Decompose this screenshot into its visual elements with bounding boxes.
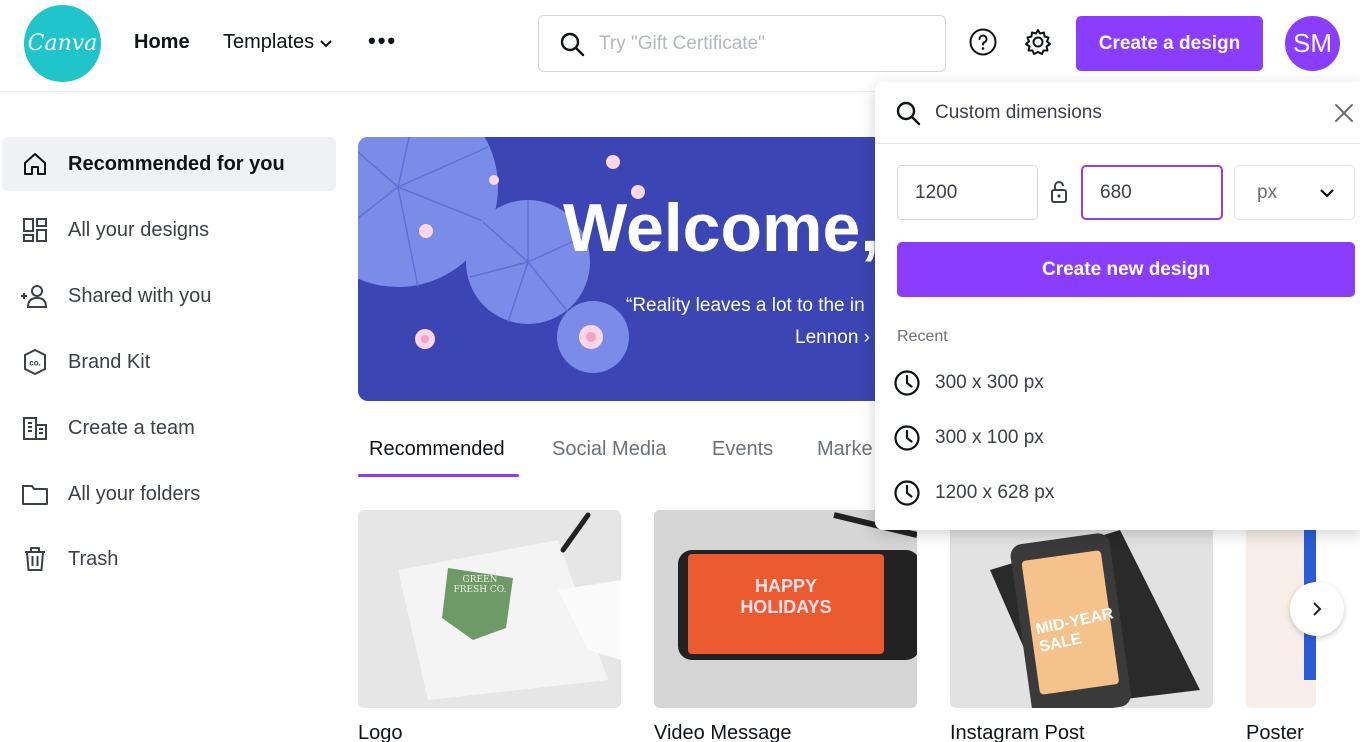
svg-text:co.: co. bbox=[29, 359, 41, 368]
search-icon bbox=[560, 32, 585, 56]
template-card-logo[interactable]: GREEN FRESH CO. bbox=[358, 510, 621, 708]
carousel-next-button[interactable] bbox=[1290, 582, 1344, 636]
tab-marketing[interactable]: Marke bbox=[817, 438, 873, 461]
nav-templates[interactable]: Templates bbox=[223, 31, 334, 54]
sidebar-item-brand-kit[interactable]: co. Brand Kit bbox=[2, 335, 336, 389]
gear-icon bbox=[1025, 29, 1051, 55]
recent-item[interactable]: 300 x 300 px bbox=[893, 363, 1044, 403]
sidebar-item-label: All your designs bbox=[68, 218, 210, 241]
welcome-banner: Welcome, “Reality leaves a lot to the in… bbox=[358, 137, 958, 401]
tab-recommended[interactable]: Recommended bbox=[369, 438, 505, 461]
avatar[interactable]: SM bbox=[1285, 16, 1340, 71]
chevron-right-icon bbox=[1313, 602, 1322, 616]
active-tab-underline bbox=[358, 474, 519, 477]
sidebar-item-all-designs[interactable]: All your designs bbox=[2, 203, 336, 257]
recent-item[interactable]: 300 x 100 px bbox=[893, 418, 1044, 458]
clock-icon bbox=[893, 369, 921, 397]
nav-home[interactable]: Home bbox=[134, 31, 190, 54]
lily-pad-illustration bbox=[358, 137, 645, 373]
search-icon bbox=[896, 101, 921, 125]
banner-title: Welcome, bbox=[563, 190, 880, 266]
lock-icon[interactable] bbox=[1049, 180, 1069, 204]
home-icon bbox=[20, 149, 50, 179]
folder-icon bbox=[20, 479, 50, 509]
create-new-design-button[interactable]: Create new design bbox=[897, 242, 1355, 297]
instagram-card-art bbox=[990, 530, 1200, 708]
logo-text: Canva bbox=[27, 31, 98, 56]
card-label-instagram-post[interactable]: Instagram Post bbox=[950, 722, 1085, 742]
sidebar-item-recommended[interactable]: Recommended for you bbox=[2, 137, 336, 191]
sidebar-item-label: Recommended for you bbox=[68, 152, 285, 175]
canva-logo[interactable]: Canva bbox=[24, 5, 101, 82]
width-input[interactable]: 1200 bbox=[897, 165, 1038, 220]
template-card-video-message[interactable]: HAPPY HOLIDAYS bbox=[654, 510, 917, 708]
sidebar-item-create-team[interactable]: Create a team bbox=[2, 401, 336, 455]
nav-templates-label: Templates bbox=[223, 31, 315, 53]
sidebar-item-shared[interactable]: Shared with you bbox=[2, 269, 336, 323]
more-menu-button[interactable]: ••• bbox=[368, 28, 397, 54]
card-label-poster[interactable]: Poster bbox=[1246, 722, 1304, 742]
sidebar-item-trash[interactable]: Trash bbox=[2, 532, 336, 586]
brand-kit-icon: co. bbox=[20, 347, 50, 377]
settings-button[interactable] bbox=[1023, 27, 1053, 57]
sidebar-item-label: Trash bbox=[68, 547, 119, 570]
template-card-instagram-post[interactable]: MID-YEAR SALE bbox=[950, 510, 1213, 708]
video-card-text: HAPPY HOLIDAYS bbox=[740, 576, 832, 617]
recent-item-label: 300 x 300 px bbox=[935, 372, 1044, 393]
logo-card-text: GREEN FRESH CO. bbox=[453, 575, 507, 595]
banner-quote: “Reality leaves a lot to the in bbox=[626, 295, 865, 316]
search-bar[interactable] bbox=[538, 15, 946, 72]
building-icon bbox=[20, 413, 50, 443]
create-design-button[interactable]: Create a design bbox=[1076, 16, 1263, 71]
panel-search-bar[interactable]: Custom dimensions bbox=[875, 82, 1360, 144]
search-input[interactable] bbox=[599, 32, 919, 55]
card-label-video-message[interactable]: Video Message bbox=[654, 722, 792, 742]
recent-item-label: 300 x 100 px bbox=[935, 427, 1044, 448]
unit-select-value: px bbox=[1257, 181, 1278, 203]
help-button[interactable] bbox=[968, 27, 998, 57]
height-input[interactable]: 680 bbox=[1081, 165, 1223, 220]
recent-item[interactable]: 1200 x 628 px bbox=[893, 473, 1054, 513]
sidebar-item-label: Shared with you bbox=[68, 284, 212, 307]
grid-icon bbox=[20, 215, 50, 245]
recent-item-label: 1200 x 628 px bbox=[935, 482, 1055, 503]
sidebar-item-label: All your folders bbox=[68, 482, 201, 505]
chevron-down-icon bbox=[320, 39, 332, 47]
tab-social-media[interactable]: Social Media bbox=[552, 438, 667, 461]
logo-card-art bbox=[398, 512, 621, 700]
top-header: Canva Home Templates ••• Create a design… bbox=[0, 0, 1360, 92]
unit-select[interactable]: px bbox=[1234, 165, 1355, 220]
trash-icon bbox=[20, 544, 50, 574]
custom-dimensions-panel: Custom dimensions 1200 680 px Create new… bbox=[875, 82, 1360, 530]
help-icon bbox=[969, 28, 997, 56]
shared-users-icon bbox=[20, 281, 50, 311]
sidebar-item-label: Create a team bbox=[68, 416, 195, 439]
category-tabs: Recommended Social Media Events Marke bbox=[358, 428, 878, 478]
sidebar-item-label: Brand Kit bbox=[68, 350, 151, 373]
close-icon[interactable] bbox=[1333, 102, 1355, 124]
recent-label: Recent bbox=[897, 328, 948, 345]
panel-search-text: Custom dimensions bbox=[935, 101, 1102, 123]
tab-events[interactable]: Events bbox=[712, 438, 773, 461]
banner-author: Lennon › bbox=[795, 327, 871, 348]
clock-icon bbox=[893, 424, 921, 452]
card-label-logo[interactable]: Logo bbox=[358, 722, 403, 742]
clock-icon bbox=[893, 479, 921, 507]
chevron-down-icon bbox=[1320, 189, 1334, 198]
sidebar-item-folders[interactable]: All your folders bbox=[2, 467, 336, 521]
